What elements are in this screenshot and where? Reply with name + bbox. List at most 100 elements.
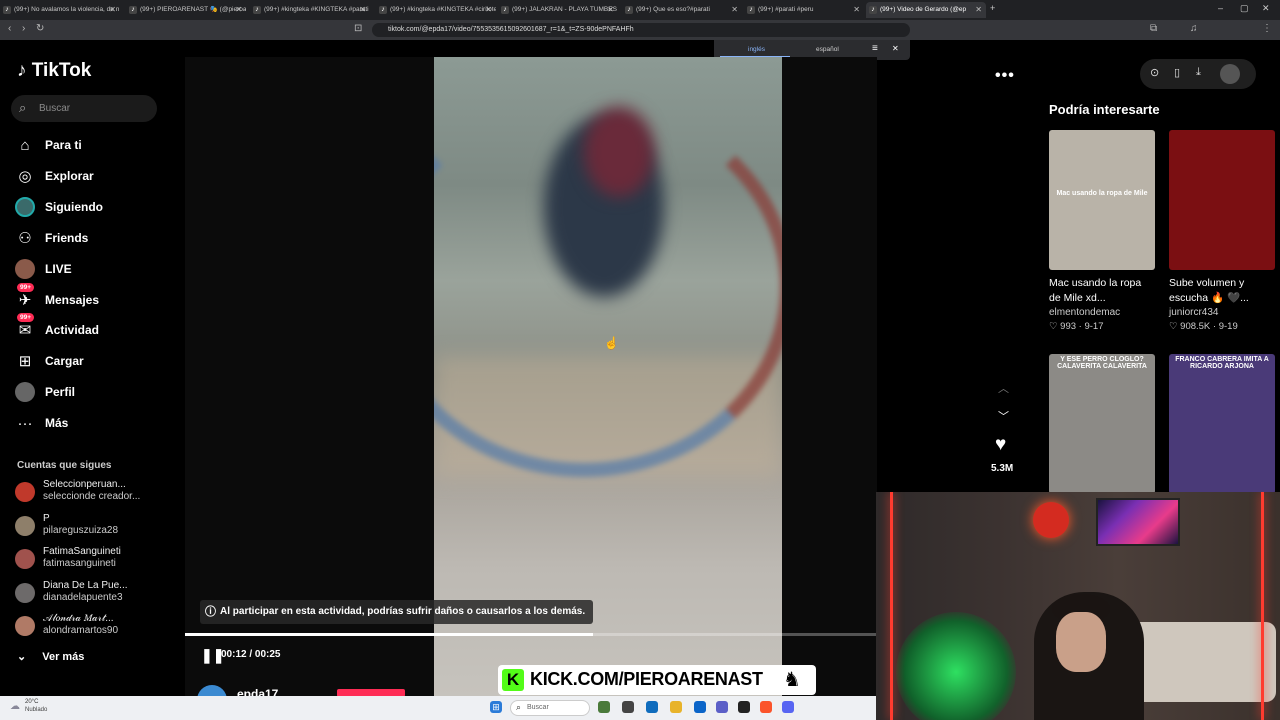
sidebar-item-para-ti[interactable]: ⌂ Para ti bbox=[13, 131, 178, 159]
account-avatar bbox=[15, 482, 35, 502]
sidebar-item-actividad[interactable]: ✉ 99+ Actividad bbox=[13, 313, 178, 344]
sidebar-item-mensajes[interactable]: ✈ 99+ Mensajes bbox=[13, 282, 178, 314]
store-icon[interactable] bbox=[694, 701, 706, 713]
browser-tab[interactable]: ♪ (99+) PIEROARENAST 🎭 (@pieroaren ✕ bbox=[126, 2, 246, 18]
taskbar-search[interactable]: ⌕ Buscar bbox=[510, 700, 590, 716]
browser-tab[interactable]: ♪ (99+) #parati #peru ✕ bbox=[744, 2, 864, 18]
sidebar-item-label: Siguiendo bbox=[45, 199, 103, 214]
tiktok-logo[interactable]: ♪ TikTok bbox=[17, 60, 91, 82]
sidebar-item-siguiendo[interactable]: Siguiendo bbox=[13, 193, 178, 221]
see-more-button[interactable]: ⌄ Ver más bbox=[17, 650, 84, 664]
browser-tab[interactable]: ♪ (99+) #kingteka #KINGTEKA #parati ✕ bbox=[250, 2, 370, 18]
video-author[interactable]: juniorcr434 bbox=[1169, 307, 1275, 318]
video-thumbnail[interactable]: Y ESE PERRO CLOGLO? CALAVERITA CALAVERIT… bbox=[1049, 354, 1155, 494]
browser-tab[interactable]: ♪ (99+) Que es eso?#parati ✕ bbox=[622, 2, 742, 18]
following-account[interactable]: Ppilareguszuiza28 bbox=[15, 511, 180, 541]
compass-icon: ◎ bbox=[18, 167, 32, 185]
minimize-icon[interactable]: – bbox=[1218, 3, 1223, 13]
back-icon[interactable]: ‹ bbox=[8, 23, 11, 34]
extension-icon[interactable]: ⧉ bbox=[1150, 23, 1157, 34]
tiktok-favicon-icon: ♪ bbox=[625, 6, 633, 14]
next-video-icon[interactable]: ﹀ bbox=[998, 408, 1009, 424]
browser-tab[interactable]: ♪ (99+) No avalamos la violencia, de n ✕ bbox=[0, 2, 120, 18]
task-view-icon[interactable] bbox=[622, 701, 634, 713]
sidebar-item-explorar[interactable]: ◎ Explorar bbox=[13, 162, 178, 190]
tab-close-icon[interactable]: ✕ bbox=[607, 2, 614, 18]
search-input[interactable] bbox=[39, 100, 149, 117]
account-name: Diana De La Pue... bbox=[43, 579, 128, 591]
phone-icon[interactable]: ▯ bbox=[1174, 66, 1180, 79]
new-tab-icon[interactable]: + bbox=[990, 3, 995, 13]
windows-start-icon[interactable]: ⊞ bbox=[490, 701, 502, 713]
recommended-video[interactable]: FRANCO CABRERA IMITA A RICARDO ARJONA bbox=[1169, 354, 1275, 494]
sidebar-item-perfil[interactable]: Perfil bbox=[13, 378, 178, 406]
reload-icon[interactable]: ↻ bbox=[36, 23, 44, 34]
user-avatar[interactable] bbox=[1220, 64, 1240, 84]
recommended-video[interactable]: Y ESE PERRO CLOGLO? CALAVERITA CALAVERIT… bbox=[1049, 354, 1155, 494]
sidebar-item-más[interactable]: ··· Más bbox=[13, 409, 178, 437]
browser-tab[interactable]: ♪ (99+) JALAKRAN - PLAYA TUMBES xd ✕ bbox=[498, 2, 618, 18]
tab-close-icon[interactable]: ✕ bbox=[853, 2, 860, 18]
compass-icon[interactable]: ⊙ bbox=[1150, 66, 1159, 79]
tab-close-icon[interactable]: ✕ bbox=[975, 2, 982, 18]
browser-tab[interactable]: ♪ (99+) #kingteka #KINGTEKA #cirilote ✕ bbox=[376, 2, 496, 18]
following-account[interactable]: 𝒜𝓁𝑜𝓃𝒹𝓇𝒶 𝑀𝒶𝓇𝓉... alondramartos90 bbox=[15, 611, 180, 641]
video-thumbnail[interactable]: FRANCO CABRERA IMITA A RICARDO ARJONA bbox=[1169, 354, 1275, 494]
video-caption[interactable]: Sube volumen y escucha 🔥 🖤... bbox=[1169, 276, 1275, 306]
sidebar-item-cargar[interactable]: ⊞ Cargar bbox=[13, 347, 178, 375]
forward-icon[interactable]: › bbox=[22, 23, 25, 34]
sidebar-item-live[interactable]: LIVE bbox=[13, 255, 178, 283]
video-player[interactable]: ••• ⓘ Al participar en esta actividad, p… bbox=[185, 57, 1014, 715]
translate-lang-target[interactable]: español bbox=[816, 46, 839, 53]
more-options-icon[interactable]: ••• bbox=[995, 67, 1015, 85]
recommended-video[interactable]: Sube volumen y escucha 🔥 🖤... juniorcr434… bbox=[1169, 130, 1275, 332]
menu-icon[interactable]: ⋮ bbox=[1262, 23, 1272, 34]
recommended-video[interactable]: Mac usando la ropa de Mile Mac usando la … bbox=[1049, 130, 1155, 332]
tab-close-icon[interactable]: ✕ bbox=[109, 2, 116, 18]
following-account[interactable]: Diana De La Pue... dianadelapuente3 bbox=[15, 578, 180, 608]
video-caption[interactable]: Mac usando la ropa de Mile xd... bbox=[1049, 276, 1155, 306]
tab-close-icon[interactable]: ✕ bbox=[731, 2, 738, 18]
video-progress-bar[interactable] bbox=[185, 633, 877, 636]
maximize-icon[interactable]: ▢ bbox=[1240, 3, 1249, 14]
file-explorer-icon[interactable] bbox=[670, 701, 682, 713]
tab-close-icon[interactable]: ✕ bbox=[235, 2, 242, 18]
tab-close-icon[interactable]: ✕ bbox=[359, 2, 366, 18]
video-thumbnail[interactable] bbox=[1169, 130, 1275, 270]
browser-tab[interactable]: ♪ (99+) Video de Gerardo (@ep ✕ bbox=[866, 2, 986, 18]
tab-close-icon[interactable]: ✕ bbox=[485, 2, 492, 18]
heart-icon[interactable]: ♥ bbox=[995, 434, 1006, 456]
bookmark-icon[interactable]: ⊡ bbox=[354, 23, 362, 34]
translate-lang-source[interactable]: inglés bbox=[748, 46, 765, 53]
discord-icon[interactable] bbox=[782, 701, 794, 713]
widgets-icon[interactable] bbox=[598, 701, 610, 713]
app-icon[interactable] bbox=[738, 701, 750, 713]
windows-taskbar: ☁ 20°C Nublado ⊞ ⌕ Buscar bbox=[0, 696, 876, 720]
home-icon: ⌂ bbox=[20, 136, 30, 154]
sidebar: ♪ TikTok ⌕ ⌂ Para ti ◎ Explorar Siguiendo ⚇ Fr… bbox=[0, 40, 185, 696]
sidebar-item-friends[interactable]: ⚇ Friends bbox=[13, 224, 178, 252]
account-name: FatimaSanguineti bbox=[43, 546, 121, 557]
kick-banner: K KICK.COM/PIEROARENAST ♞ bbox=[498, 665, 816, 695]
brave-icon[interactable] bbox=[760, 701, 772, 713]
translate-menu-icon[interactable]: ≡ bbox=[872, 43, 878, 54]
video-author[interactable]: elmentondemac bbox=[1049, 307, 1155, 318]
sidebar-item-label: Explorar bbox=[45, 168, 94, 183]
search-box[interactable]: ⌕ bbox=[11, 95, 157, 122]
media-icon[interactable]: ♫ bbox=[1190, 23, 1198, 34]
previous-video-icon[interactable]: ︿ bbox=[998, 380, 1009, 396]
following-account[interactable]: Seleccionperuan... seleccionde creador... bbox=[15, 477, 180, 507]
chevron-down-icon: ⌄ bbox=[17, 651, 27, 663]
address-bar[interactable]: tiktok.com/@epda17/video/755353561509260… bbox=[372, 23, 910, 37]
teams-icon[interactable] bbox=[716, 701, 728, 713]
account-avatar bbox=[15, 616, 35, 636]
video-date: 9-17 bbox=[1084, 321, 1104, 332]
video-thumbnail[interactable]: Mac usando la ropa de Mile bbox=[1049, 130, 1155, 270]
weather-temp[interactable]: 20°C bbox=[25, 699, 38, 705]
download-icon[interactable]: ⤓ bbox=[1196, 66, 1201, 79]
following-account[interactable]: FatimaSanguineti fatimasanguineti bbox=[15, 544, 180, 574]
close-window-icon[interactable]: ✕ bbox=[1262, 3, 1270, 14]
edge-icon[interactable] bbox=[646, 701, 658, 713]
translate-close-icon[interactable]: ✕ bbox=[892, 44, 899, 53]
tiktok-favicon-icon: ♪ bbox=[379, 6, 387, 14]
